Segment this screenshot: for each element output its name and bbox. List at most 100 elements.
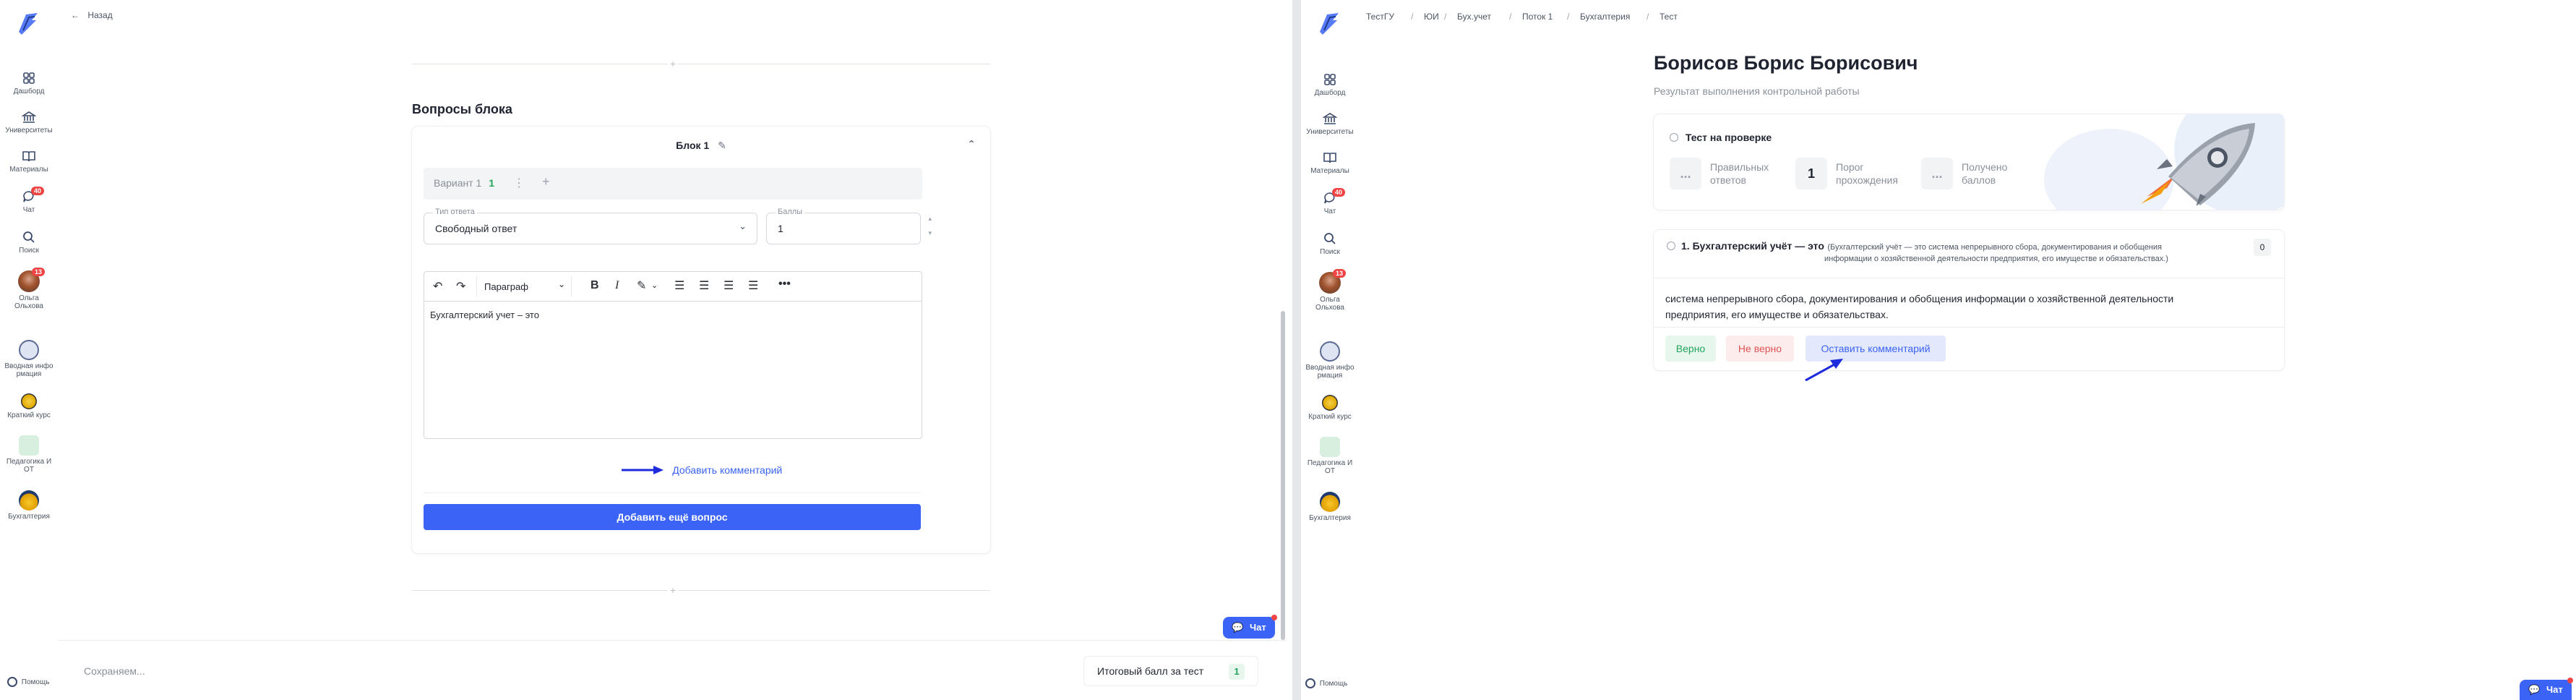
notification-dot xyxy=(1271,615,1277,620)
variant-count: 1 xyxy=(489,177,495,189)
block-header[interactable]: Блок 1 ✎ xyxy=(412,140,990,152)
stepper-down-icon[interactable]: ▾ xyxy=(928,229,932,237)
sidebar-item-profile[interactable]: 13 Ольга Ольхова xyxy=(0,268,58,310)
course-accounting[interactable]: Бухгалтерия xyxy=(0,490,58,521)
sidebar-item-search[interactable]: Поиск xyxy=(0,230,58,255)
breadcrumb-separator: / xyxy=(1411,12,1414,22)
course-label: Краткий курс xyxy=(1308,413,1352,421)
chat-button[interactable]: 💬 Чат xyxy=(1223,615,1277,639)
editor-content[interactable]: Бухгалтерский учет – это xyxy=(430,310,539,320)
italic-icon[interactable]: I xyxy=(615,279,619,292)
add-comment-link[interactable]: Добавить комментарий xyxy=(412,464,990,477)
question-title: 1. Бухгалтерский учёт — это (Бухгалтерск… xyxy=(1681,239,2245,255)
align-right-icon[interactable]: ☰ xyxy=(724,278,734,293)
bold-icon[interactable]: B xyxy=(591,279,599,292)
more-icon[interactable]: ••• xyxy=(778,278,791,291)
undo-icon[interactable]: ↶ xyxy=(433,279,442,294)
stepper-up-icon[interactable]: ▴ xyxy=(928,215,932,223)
block-card: Блок 1 ✎ ⌃ Вариант 1 1 ⋮ + Тип ответа Св… xyxy=(412,127,990,553)
help-icon xyxy=(1305,678,1315,688)
sidebar-item-dashboard[interactable]: Дашборд xyxy=(1301,72,1359,97)
scrollbar-thumb[interactable] xyxy=(1281,311,1285,640)
course-short[interactable]: Краткий курс xyxy=(1301,395,1359,421)
add-block-icon[interactable]: + xyxy=(668,585,678,595)
breadcrumb-item[interactable]: ЮИ xyxy=(1424,12,1439,22)
breadcrumb-item[interactable]: ТестГУ xyxy=(1366,12,1394,22)
right-sidebar: Дашборд Университеты Материалы 40 Чат По… xyxy=(1301,0,1359,700)
paragraph-select[interactable]: Параграф ⌄ xyxy=(476,276,572,296)
score-label: Баллы xyxy=(776,208,805,216)
help-link[interactable]: Помощь xyxy=(7,677,49,687)
breadcrumb-item[interactable]: Бухгалтерия xyxy=(1580,12,1630,22)
correct-button[interactable]: Верно xyxy=(1665,336,1716,362)
course-pedagogy[interactable]: Педагогика И ОТ xyxy=(0,435,58,474)
logo-icon[interactable] xyxy=(16,10,40,36)
stat-label-line: Получено xyxy=(1962,161,2008,173)
incorrect-button[interactable]: Не верно xyxy=(1726,336,1794,362)
course-pedagogy[interactable]: Педагогика И ОТ xyxy=(1301,437,1359,475)
back-link[interactable]: ← Назад xyxy=(71,10,113,20)
chat-button[interactable]: 💬 Чат xyxy=(2520,678,2573,700)
tab-variant-1[interactable]: Вариант 1 1 xyxy=(434,177,494,189)
stat-label-line: ответов xyxy=(1710,174,1746,186)
result-pane: ТестГУ / ЮИ / Бух.учет / Поток 1 / Бухга… xyxy=(1359,0,2576,700)
add-question-button[interactable]: Добавить ещё вопрос xyxy=(424,504,921,530)
breadcrumb-item[interactable]: Бух.учет xyxy=(1457,12,1508,22)
left-sidebar: Дашборд Университеты Материалы 40 Чат По… xyxy=(0,0,58,700)
status-text: Тест на проверке xyxy=(1685,132,1772,143)
pencil-icon[interactable]: ✎ xyxy=(718,140,726,151)
profile-badge: 13 xyxy=(1333,269,1347,278)
highlight-icon[interactable]: ✎ xyxy=(637,278,646,293)
sidebar-item-chat[interactable]: 40 Чат xyxy=(0,187,58,214)
breadcrumb-separator: / xyxy=(1647,12,1649,22)
profile-badge: 13 xyxy=(32,268,46,276)
answer-type-select[interactable]: Тип ответа Свободный ответ ⌄ xyxy=(424,208,757,244)
dashboard-icon xyxy=(23,72,35,84)
pointer-arrow-icon xyxy=(621,465,664,474)
sidebar-item-universities[interactable]: Университеты xyxy=(0,110,58,135)
add-variant-icon[interactable]: + xyxy=(542,174,550,189)
breadcrumb-item[interactable]: Поток 1 xyxy=(1522,12,1566,22)
course-label: Бухгалтерия xyxy=(1309,514,1351,522)
course-label: ОТ xyxy=(1325,467,1335,475)
variant-menu-icon[interactable]: ⋮ xyxy=(513,176,525,190)
redo-icon[interactable]: ↷ xyxy=(456,279,465,294)
rocket-icon xyxy=(2141,123,2255,205)
course-intro[interactable]: Вводная инфо рмация xyxy=(1301,341,1359,380)
block-title: Блок 1 xyxy=(676,140,710,151)
help-link[interactable]: Помощь xyxy=(1305,678,1347,688)
sidebar-item-dashboard[interactable]: Дашборд xyxy=(0,71,58,95)
help-label: Помощь xyxy=(21,678,50,686)
breadcrumb-separator: / xyxy=(1444,12,1447,22)
breadcrumb-item[interactable]: Тест xyxy=(1660,12,1678,22)
chevron-down-icon[interactable]: ⌄ xyxy=(651,281,658,290)
answer-type-label: Тип ответа xyxy=(433,208,477,216)
logo-icon[interactable] xyxy=(1317,10,1341,36)
course-accounting-icon xyxy=(1320,492,1340,512)
chevron-down-icon: ⌄ xyxy=(739,221,747,231)
align-center-icon[interactable]: ☰ xyxy=(699,278,709,293)
course-accounting[interactable]: Бухгалтерия xyxy=(1301,492,1359,522)
chat-icon: 💬 xyxy=(1232,622,1244,633)
back-label: Назад xyxy=(87,10,113,20)
align-left-icon[interactable]: ☰ xyxy=(674,278,684,293)
sidebar-item-search[interactable]: Поиск xyxy=(1301,231,1359,256)
score-field[interactable]: Баллы 1 ▴ ▾ xyxy=(766,208,932,244)
chevron-up-icon[interactable]: ⌃ xyxy=(967,138,976,150)
sidebar-item-materials[interactable]: Материалы xyxy=(1301,150,1359,175)
save-bar: Сохраняем... Итоговый балл за тест 1 xyxy=(58,641,1287,700)
sidebar-item-materials[interactable]: Материалы xyxy=(0,149,58,174)
sidebar-item-chat[interactable]: 40 Чат xyxy=(1301,188,1359,215)
add-block-icon[interactable]: + xyxy=(668,59,678,69)
course-intro-icon xyxy=(1320,341,1340,362)
stat-score-label: Получено баллов xyxy=(1962,161,2007,187)
sidebar-item-profile[interactable]: 13 Ольга Ольхова xyxy=(1301,269,1359,312)
align-justify-icon[interactable]: ☰ xyxy=(748,278,758,293)
chat-badge: 40 xyxy=(31,187,45,195)
notification-dot xyxy=(2567,678,2573,683)
course-short[interactable]: Краткий курс xyxy=(0,393,58,419)
sidebar-item-universities[interactable]: Университеты xyxy=(1301,111,1359,136)
answer-text: система непрерывного сбора, документиров… xyxy=(1665,291,2173,323)
answer-line: система непрерывного сбора, документиров… xyxy=(1665,293,2174,304)
course-intro[interactable]: Вводная инфо рмация xyxy=(0,340,58,378)
